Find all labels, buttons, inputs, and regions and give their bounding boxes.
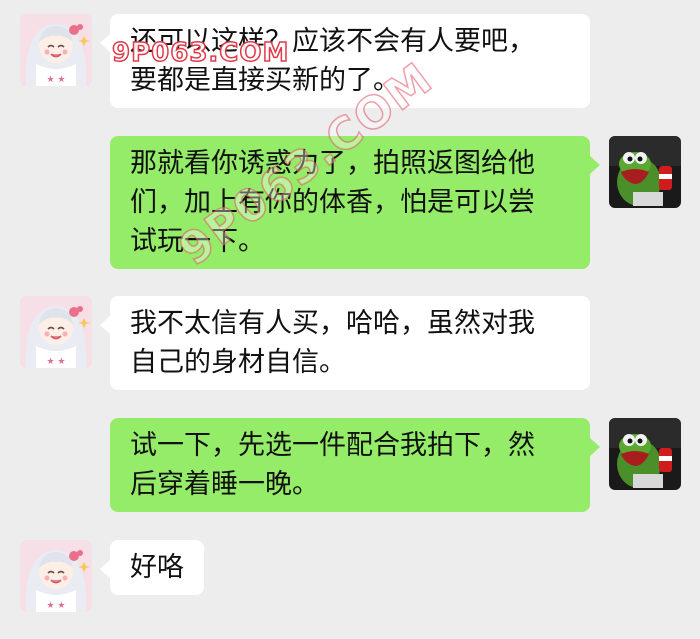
anime-girl-avatar-icon[interactable]: ★ ★ xyxy=(20,14,92,86)
svg-text:★ ★: ★ ★ xyxy=(47,75,66,85)
message-bubble-incoming[interactable]: 好咯 xyxy=(100,540,204,595)
message-text-line: 自己的身材自信。 xyxy=(130,347,346,378)
message-text-line: 后穿着睡一晚。 xyxy=(130,469,319,500)
svg-text:★ ★: ★ ★ xyxy=(47,357,66,367)
watermark-top: 9P063.COM xyxy=(111,37,290,69)
svg-text:★ ★: ★ ★ xyxy=(47,601,66,611)
message-bubble-outgoing[interactable]: 试一下，先选一件配合我拍下，然 后穿着睡一晚。 xyxy=(110,418,600,512)
green-frog-avatar-icon[interactable] xyxy=(609,418,681,490)
anime-girl-avatar-icon[interactable]: ★ ★ xyxy=(20,296,92,368)
anime-girl-avatar-icon[interactable]: ★ ★ xyxy=(20,540,92,612)
message-text-line: 我不太信有人买，哈哈，虽然对我 xyxy=(130,308,535,339)
message-text-line: 好咯 xyxy=(130,552,184,583)
message-bubble-incoming[interactable]: 我不太信有人买，哈哈，虽然对我 自己的身材自信。 xyxy=(100,296,590,390)
green-frog-avatar-icon[interactable] xyxy=(609,136,681,208)
message-text-line: 试一下，先选一件配合我拍下，然 xyxy=(130,430,535,461)
